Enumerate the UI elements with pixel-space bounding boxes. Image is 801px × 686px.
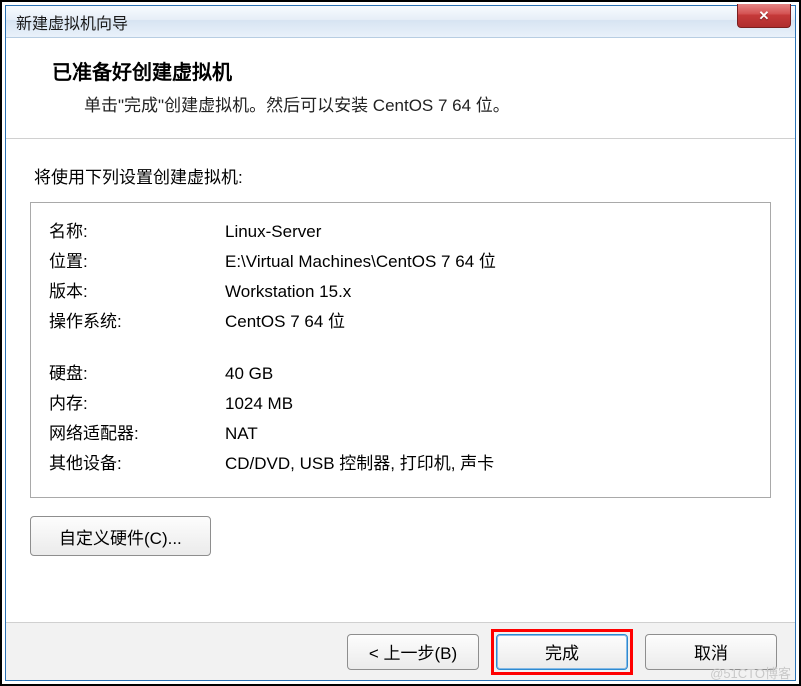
footer: < 上一步(B) 完成 取消 [6,622,795,680]
label-other: 其他设备: [49,449,225,479]
value-name: Linux-Server [225,217,752,247]
settings-prompt: 将使用下列设置创建虚拟机: [34,163,771,188]
row-network: 网络适配器: NAT [49,419,752,449]
value-version: Workstation 15.x [225,277,752,307]
header-title: 已准备好创建虚拟机 [52,56,775,85]
value-location: E:\Virtual Machines\CentOS 7 64 位 [225,247,752,277]
wizard-window: 新建虚拟机向导 ✕ 已准备好创建虚拟机 单击"完成"创建虚拟机。然后可以安装 C… [5,5,796,681]
value-disk: 40 GB [225,359,752,389]
cancel-button[interactable]: 取消 [645,634,777,670]
wizard-header: 已准备好创建虚拟机 单击"完成"创建虚拟机。然后可以安装 CentOS 7 64… [6,38,795,139]
row-location: 位置: E:\Virtual Machines\CentOS 7 64 位 [49,247,752,277]
close-icon: ✕ [759,8,770,24]
label-disk: 硬盘: [49,359,225,389]
label-location: 位置: [49,247,225,277]
window-title: 新建虚拟机向导 [16,10,128,34]
row-memory: 内存: 1024 MB [49,389,752,419]
row-os: 操作系统: CentOS 7 64 位 [49,307,752,337]
back-button[interactable]: < 上一步(B) [347,634,479,670]
content-area: 将使用下列设置创建虚拟机: 名称: Linux-Server 位置: E:\Vi… [6,139,795,622]
value-memory: 1024 MB [225,389,752,419]
summary-box: 名称: Linux-Server 位置: E:\Virtual Machines… [30,202,771,498]
label-os: 操作系统: [49,307,225,337]
finish-highlight: 完成 [491,629,633,675]
close-button[interactable]: ✕ [737,4,791,28]
label-version: 版本: [49,277,225,307]
label-name: 名称: [49,217,225,247]
value-other: CD/DVD, USB 控制器, 打印机, 声卡 [225,449,752,479]
customize-hardware-button[interactable]: 自定义硬件(C)... [30,516,211,556]
label-network: 网络适配器: [49,419,225,449]
row-other: 其他设备: CD/DVD, USB 控制器, 打印机, 声卡 [49,449,752,479]
row-disk: 硬盘: 40 GB [49,359,752,389]
header-subtitle: 单击"完成"创建虚拟机。然后可以安装 CentOS 7 64 位。 [52,91,775,116]
row-name: 名称: Linux-Server [49,217,752,247]
titlebar: 新建虚拟机向导 ✕ [6,6,795,38]
value-network: NAT [225,419,752,449]
finish-button[interactable]: 完成 [496,634,628,670]
row-version: 版本: Workstation 15.x [49,277,752,307]
label-memory: 内存: [49,389,225,419]
value-os: CentOS 7 64 位 [225,307,752,337]
